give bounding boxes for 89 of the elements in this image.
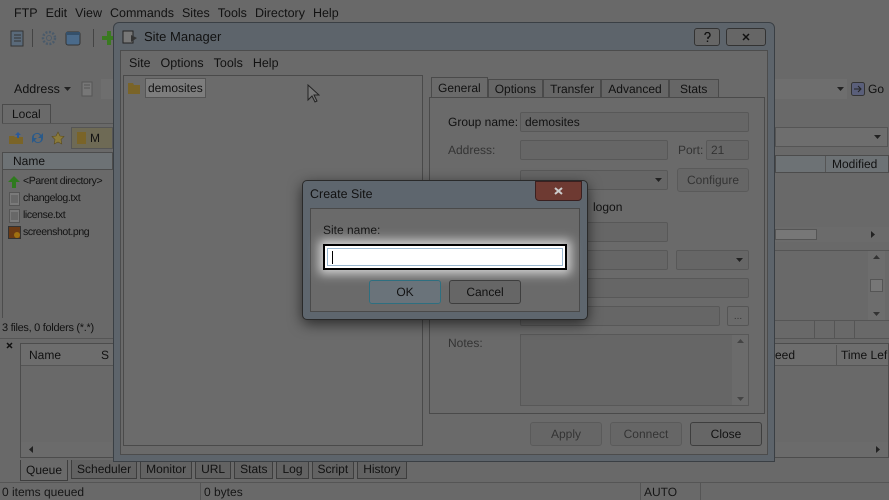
field-label: Address:	[448, 142, 496, 159]
dialog-title: Create Site	[310, 186, 373, 204]
column-header: Name	[13, 153, 46, 170]
menu-item[interactable]: Site	[129, 54, 151, 72]
menu-item[interactable]: FTP	[14, 4, 38, 22]
file-count: 3 files, 0 folders (*.*)	[2, 320, 94, 336]
dialog-button[interactable]: Cancel	[449, 280, 521, 304]
field-label: Site name:	[323, 222, 382, 239]
site-name-field[interactable]	[323, 244, 567, 270]
server-icon	[80, 81, 93, 97]
close-icon	[554, 187, 563, 195]
column-header: Modified	[831, 156, 878, 172]
address-field[interactable]	[100, 79, 113, 99]
menu-item[interactable]: Tools	[214, 54, 243, 72]
window-title: Site Manager	[144, 28, 222, 46]
gear-icon[interactable]	[41, 30, 57, 46]
path-dropdown[interactable]	[775, 127, 888, 147]
help-button[interactable]	[694, 28, 720, 46]
vertical-scrollbar[interactable]	[868, 251, 885, 320]
up-arrow-icon[interactable]	[736, 339, 744, 343]
document-icon	[8, 192, 20, 206]
scrollbar[interactable]	[732, 335, 748, 405]
go-button[interactable]: Go	[851, 80, 884, 98]
menu-item[interactable]: Tools	[218, 4, 247, 22]
up-arrow-icon[interactable]	[873, 255, 880, 259]
field-label: Notes:	[448, 335, 484, 352]
down-arrow-icon[interactable]	[873, 312, 880, 316]
up-arrow-icon	[7, 174, 21, 188]
column-header: Name	[28, 346, 62, 364]
file-name[interactable]: screenshot.png	[23, 224, 90, 240]
path-field[interactable]: M	[71, 127, 113, 149]
scroll-thumb[interactable]	[870, 279, 883, 292]
tab[interactable]: General	[431, 77, 488, 97]
tab[interactable]: Scheduler	[71, 460, 138, 479]
logon-label: logon	[593, 199, 622, 216]
dropdown[interactable]	[676, 250, 749, 270]
right-arrow-icon[interactable]	[871, 231, 875, 238]
notebook-icon[interactable]	[10, 30, 24, 46]
tab[interactable]: Options	[488, 79, 544, 97]
tab[interactable]: Stats	[234, 460, 274, 479]
file-name[interactable]: changelog.txt	[23, 190, 80, 206]
status-text: AUTO	[640, 482, 700, 500]
down-arrow-icon[interactable]	[736, 397, 744, 401]
menu-item[interactable]: Edit	[46, 4, 68, 22]
left-arrow-icon[interactable]	[29, 446, 33, 453]
tree-item[interactable]: demosites	[146, 79, 205, 97]
column-header: S	[101, 346, 110, 364]
tab[interactable]: Transfer	[543, 79, 602, 97]
menu-item[interactable]: Help	[252, 54, 279, 72]
menu-item[interactable]: Sites	[182, 4, 210, 22]
caret-icon	[837, 87, 844, 91]
folder-up-icon[interactable]	[8, 131, 24, 145]
menu-item[interactable]: View	[75, 4, 102, 22]
close-icon[interactable]	[6, 342, 13, 349]
file-name[interactable]: license.txt	[23, 208, 66, 224]
notes-field[interactable]	[520, 334, 749, 406]
tab[interactable]: Queue	[20, 460, 68, 481]
caret-icon	[736, 258, 743, 262]
menu-item[interactable]: Directory	[254, 4, 305, 22]
field-label: Group name:	[448, 114, 520, 131]
mouse-cursor-icon	[307, 84, 320, 103]
group-name-field[interactable]: demosites	[520, 112, 749, 132]
dialog-button[interactable]: Close	[690, 422, 762, 446]
image-file-icon	[8, 226, 20, 239]
file-name[interactable]: <Parent directory>	[23, 174, 102, 190]
question-mark-icon	[704, 32, 710, 42]
status-text: 0 items queued	[1, 484, 86, 500]
document-icon	[8, 208, 20, 222]
caret-icon	[64, 87, 71, 91]
close-button[interactable]	[535, 181, 582, 201]
dialog-button[interactable]: OK	[369, 280, 441, 304]
caret-icon	[655, 178, 662, 182]
address-menu[interactable]: Address	[14, 80, 60, 98]
caret-icon	[874, 135, 881, 139]
star-icon[interactable]	[51, 131, 65, 145]
address-field[interactable]	[775, 79, 847, 99]
menu-item[interactable]: Commands	[110, 4, 174, 22]
menu-item[interactable]: Options	[160, 54, 204, 72]
browse-button[interactable]: ...	[727, 306, 749, 326]
menu-item[interactable]: Help	[312, 4, 339, 22]
column-header: Time Lef	[840, 346, 888, 364]
status-text: 0 bytes	[200, 482, 640, 500]
window-icon[interactable]	[65, 30, 81, 46]
right-arrow-icon[interactable]	[876, 446, 880, 453]
refresh-icon[interactable]	[30, 131, 45, 145]
tab[interactable]: Advanced	[601, 79, 669, 97]
local-tab[interactable]: Local	[2, 104, 51, 123]
close-icon	[742, 32, 750, 40]
tab[interactable]: Stats	[668, 79, 719, 97]
